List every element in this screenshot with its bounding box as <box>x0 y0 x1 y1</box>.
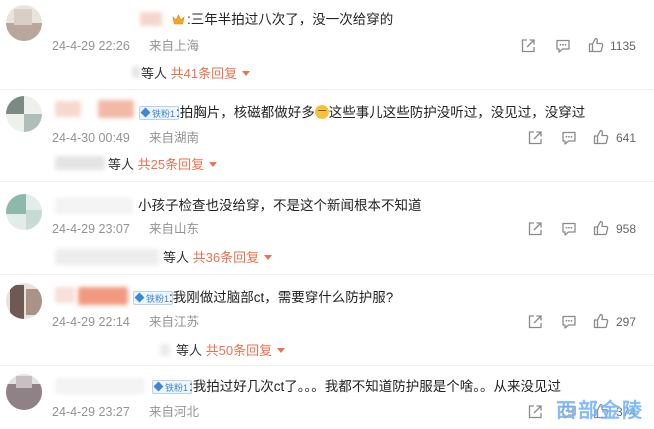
comment-text: :我刚做过脑部ct，需要穿什么防护服? <box>169 290 394 305</box>
comment-text: :我拍过好几次ct了。。。我都不知道防护服是个啥。。从来没见过 <box>189 379 562 394</box>
like-button[interactable] <box>592 219 610 237</box>
fan-badge-label: 铁粉1 <box>146 294 170 304</box>
share-button[interactable] <box>526 313 544 331</box>
comment-text-part: 这些事儿这些防护没听过，没见过，没穿过 <box>328 105 586 120</box>
blurred-reply-avatars <box>55 156 105 170</box>
comment-button[interactable] <box>554 37 572 55</box>
like-count: 297 <box>616 315 637 329</box>
comment-location: 来自江苏 <box>149 315 200 329</box>
share-button[interactable] <box>526 403 544 421</box>
comment-date: 24-4-29 23:27 <box>52 405 130 419</box>
blurred-username[interactable] <box>98 100 134 118</box>
comment-text: :拍胸片，核磁都做好多 这些事儿这些防护没听过，没见过，没穿过 <box>176 104 585 122</box>
comment-icon <box>560 220 578 238</box>
comment-text: :三年半拍过八次了，没一次给穿的 <box>187 12 394 27</box>
comment-date: 24-4-29 23:07 <box>52 222 130 236</box>
reply-summary[interactable]: 等人 共25条回复 <box>108 156 218 174</box>
thumbs-up-icon <box>592 128 610 146</box>
reply-summary[interactable]: 等人 共50条回复 <box>176 342 286 360</box>
reply-who: 等人 <box>141 66 168 81</box>
comment-button[interactable] <box>560 313 578 331</box>
like-count: 1135 <box>610 39 636 53</box>
like-count: 958 <box>616 222 637 236</box>
expand-caret-icon[interactable] <box>277 348 286 353</box>
comment-item: :三年半拍过八次了，没一次给穿的 24-4-29 22:26 来自上海 1135… <box>0 0 654 86</box>
share-button[interactable] <box>526 129 544 147</box>
like-button[interactable] <box>592 312 610 330</box>
comment-date: 24-4-29 22:14 <box>52 315 130 329</box>
share-button[interactable] <box>519 37 537 55</box>
comment-button[interactable] <box>560 129 578 147</box>
reply-count-link[interactable]: 共41条回复 <box>171 66 237 81</box>
watermark: 西部金陵 <box>556 400 644 422</box>
avatar[interactable] <box>6 283 42 319</box>
blurred-username[interactable] <box>140 12 162 26</box>
like-count: 641 <box>616 131 637 145</box>
blurred-reply-avatars <box>160 344 170 356</box>
fan-badge-label: 铁粉1 <box>165 383 189 393</box>
comment-button[interactable] <box>560 220 578 238</box>
blurred-username[interactable] <box>55 378 145 394</box>
fan-badge: 铁粉1 <box>139 106 180 120</box>
crown-icon <box>172 14 185 25</box>
reply-count-link[interactable]: 共25条回复 <box>138 157 204 172</box>
comment-icon <box>560 313 578 331</box>
reply-summary[interactable]: 等人 共41条回复 <box>141 65 251 83</box>
comment-item: 铁粉1 :我刚做过脑部ct，需要穿什么防护服? 24-4-29 22:14 来自… <box>0 275 654 363</box>
blurred-username[interactable] <box>78 287 128 305</box>
share-icon <box>519 37 537 55</box>
comment-icon <box>560 129 578 147</box>
like-button[interactable] <box>592 128 610 146</box>
reply-summary[interactable]: 等人 共36条回复 <box>163 249 273 267</box>
blurred-username[interactable] <box>55 198 133 214</box>
fan-badge-icon <box>153 381 164 392</box>
fan-badge-icon <box>140 107 151 118</box>
share-icon <box>526 403 544 421</box>
thumbs-up-icon <box>592 312 610 330</box>
like-button[interactable] <box>587 36 605 54</box>
blurred-username[interactable] <box>55 287 75 303</box>
comment-location: 来自上海 <box>149 39 200 53</box>
share-icon <box>526 129 544 147</box>
expand-caret-icon[interactable] <box>242 71 251 76</box>
reply-count-link[interactable]: 共50条回复 <box>206 343 272 358</box>
reply-count-link[interactable]: 共36条回复 <box>193 250 259 265</box>
blurred-reply-avatars <box>132 66 140 78</box>
avatar[interactable] <box>6 5 42 41</box>
sweat-smile-emoji-icon <box>314 105 329 119</box>
expand-caret-icon[interactable] <box>209 162 218 167</box>
comment-location: 来自湖南 <box>149 131 200 145</box>
fan-badge: 铁粉1 <box>152 380 193 394</box>
comment-text: 小孩子检查也没给穿，不是这个新闻根本不知道 <box>138 198 422 213</box>
comment-location: 来自河北 <box>149 405 200 419</box>
thumbs-up-icon <box>592 219 610 237</box>
fan-badge-icon <box>134 292 145 303</box>
comment-date: 24-4-29 22:26 <box>52 39 130 53</box>
share-button[interactable] <box>526 220 544 238</box>
comment-text-part: :拍胸片，核磁都做好多 <box>176 105 315 120</box>
expand-caret-icon[interactable] <box>264 255 273 260</box>
reply-who: 等人 <box>108 157 135 172</box>
reply-who: 等人 <box>176 343 203 358</box>
comment-location: 来自山东 <box>149 222 200 236</box>
blurred-reply-avatars <box>55 249 159 265</box>
fan-badge: 铁粉1 <box>133 291 174 305</box>
comment-item: 铁粉1 :拍胸片，核磁都做好多 这些事儿这些防护没听过，没见过，没穿过 24-4-… <box>0 90 654 178</box>
thumbs-up-icon <box>587 36 605 54</box>
comment-item: 小孩子检查也没给穿，不是这个新闻根本不知道 24-4-29 23:07 来自山东… <box>0 182 654 272</box>
comment-icon <box>554 37 572 55</box>
fan-badge-label: 铁粉1 <box>152 109 176 119</box>
avatar[interactable] <box>6 96 42 132</box>
avatar[interactable] <box>6 194 42 230</box>
share-icon <box>526 220 544 238</box>
avatar[interactable] <box>6 374 42 410</box>
comment-date: 24-4-30 00:49 <box>52 131 130 145</box>
share-icon <box>526 313 544 331</box>
blurred-username[interactable] <box>55 101 81 117</box>
reply-who: 等人 <box>163 250 190 265</box>
